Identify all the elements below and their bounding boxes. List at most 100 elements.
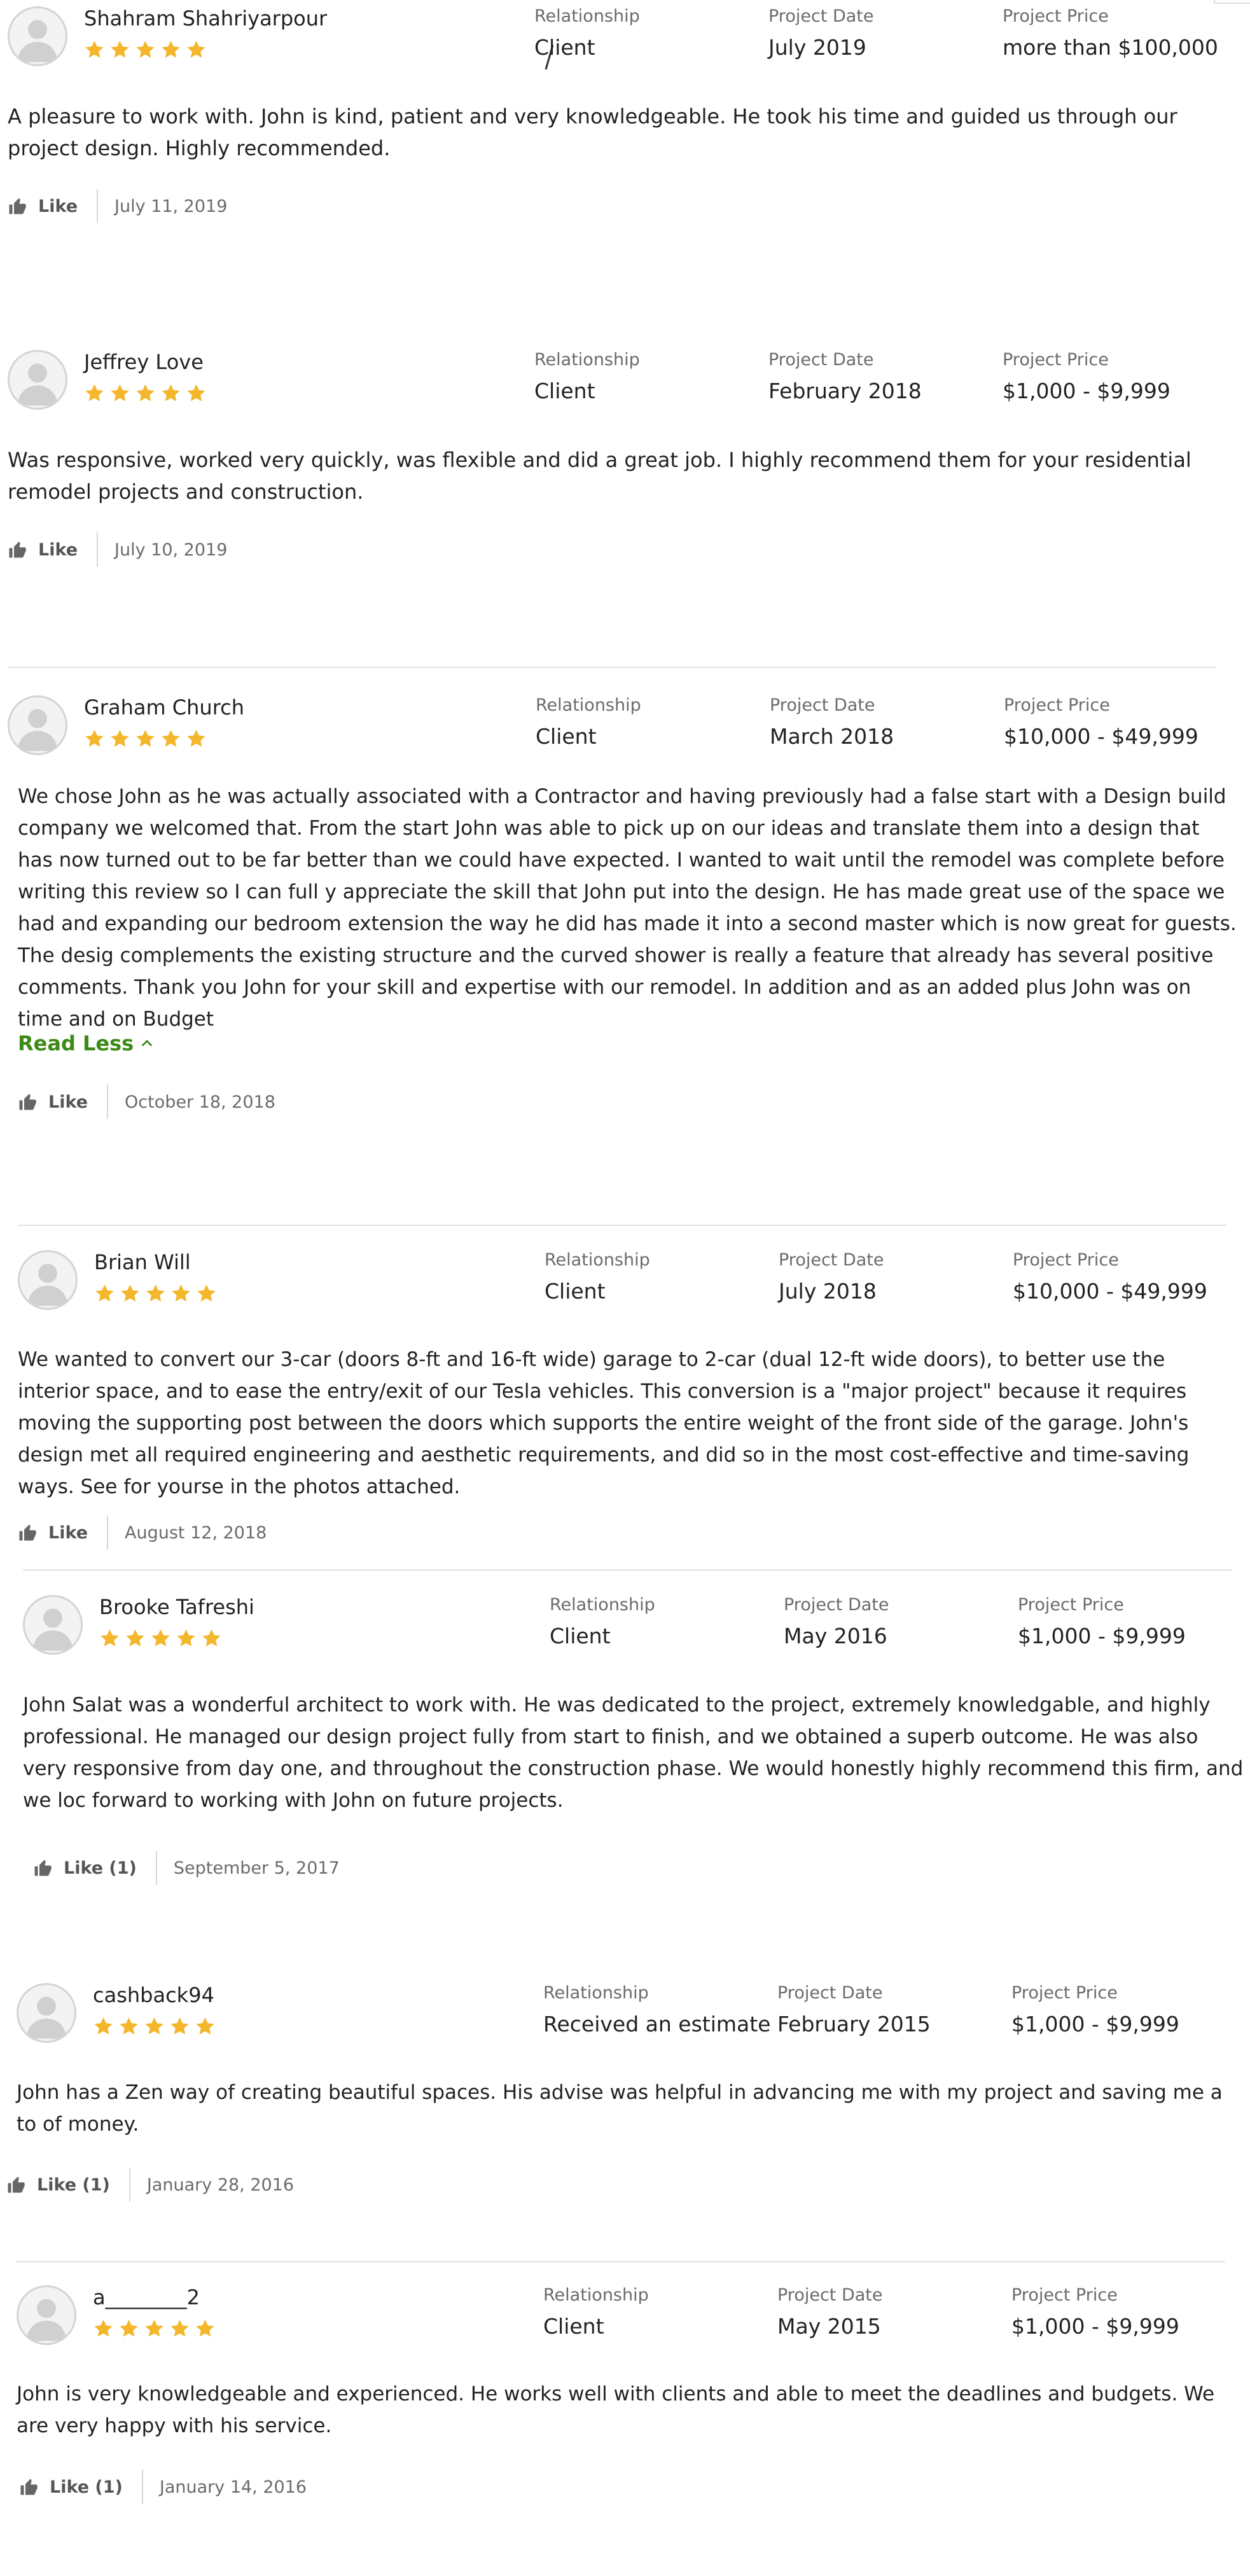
star-rating bbox=[84, 383, 207, 404]
relationship-field: Relationship Client bbox=[543, 2285, 649, 2339]
review-actions: Like August 12, 2018 bbox=[18, 1515, 267, 1550]
review-text: John has a Zen way of creating beautiful… bbox=[17, 2081, 1223, 2136]
star-icon bbox=[94, 2320, 113, 2337]
review-divider bbox=[23, 1570, 1232, 1571]
project-price-label: Project Price bbox=[1011, 1983, 1118, 2003]
project-price-label: Project Price bbox=[1003, 350, 1109, 370]
project-price-value: $1,000 - $9,999 bbox=[1003, 379, 1170, 403]
like-button[interactable]: Like (1) bbox=[6, 2175, 129, 2195]
relationship-label: Relationship bbox=[545, 1250, 650, 1270]
relationship-value: Client bbox=[543, 2314, 604, 2339]
reviewer-name[interactable]: Shahram Shahriyarpour bbox=[84, 6, 327, 31]
project-date-label: Project Date bbox=[768, 350, 874, 370]
reviewer-name[interactable]: a________2 bbox=[93, 2285, 200, 2309]
review-text: A pleasure to work with. John is kind, p… bbox=[8, 104, 1177, 160]
star-icon bbox=[187, 41, 205, 58]
review-text: John Salat was a wonderful architect to … bbox=[23, 1694, 1244, 1812]
review-date: September 5, 2017 bbox=[173, 1858, 340, 1878]
review-text: We chose John as he was actually associa… bbox=[18, 785, 1237, 1031]
avatar[interactable] bbox=[8, 695, 67, 755]
star-icon bbox=[136, 41, 155, 58]
avatar[interactable] bbox=[17, 2285, 76, 2345]
avatar[interactable] bbox=[8, 350, 67, 410]
avatar[interactable] bbox=[23, 1595, 83, 1655]
star-icon bbox=[111, 730, 129, 747]
avatar[interactable] bbox=[18, 1250, 78, 1310]
star-icon bbox=[126, 1629, 144, 1647]
relationship-label: Relationship bbox=[534, 350, 640, 370]
star-icon bbox=[162, 730, 180, 747]
star-icon bbox=[196, 2320, 214, 2337]
project-price-value: $10,000 - $49,999 bbox=[1004, 724, 1198, 749]
project-price-label: Project Price bbox=[1004, 695, 1110, 715]
reviewer-name[interactable]: Graham Church bbox=[84, 695, 244, 720]
star-icon bbox=[202, 1629, 221, 1647]
star-icon bbox=[187, 730, 205, 747]
project-date-value: May 2016 bbox=[784, 1624, 887, 1648]
relationship-field: Relationship Client bbox=[536, 695, 641, 749]
thumbs-up-icon bbox=[8, 2176, 25, 2193]
review-text: We wanted to convert our 3-car (doors 8-… bbox=[18, 1348, 1190, 1498]
like-button[interactable]: Like bbox=[18, 1523, 107, 1543]
project-date-value: February 2015 bbox=[777, 2012, 931, 2036]
reviewer-name[interactable]: Brooke Tafreshi bbox=[99, 1595, 254, 1619]
like-label: Like (1) bbox=[50, 2477, 123, 2497]
relationship-label: Relationship bbox=[543, 2285, 649, 2305]
star-icon bbox=[120, 2320, 138, 2337]
review-actions: Like (1) January 28, 2016 bbox=[6, 2168, 294, 2202]
project-date-label: Project Date bbox=[777, 2285, 883, 2305]
star-icon bbox=[94, 2017, 113, 2035]
star-icon bbox=[151, 1629, 170, 1647]
project-price-value: $1,000 - $9,999 bbox=[1018, 1624, 1186, 1648]
review-date: July 10, 2019 bbox=[115, 540, 228, 560]
read-less-link[interactable]: Read Less bbox=[18, 1031, 154, 1055]
review-actions: Like October 18, 2018 bbox=[18, 1085, 275, 1119]
project-date-field: Project Date July 2019 bbox=[768, 6, 874, 60]
review-text: Was responsive, worked very quickly, was… bbox=[8, 448, 1191, 504]
project-price-field: Project Price $1,000 - $9,999 bbox=[1018, 1595, 1186, 1648]
like-label: Like (1) bbox=[64, 1858, 137, 1878]
like-button[interactable]: Like bbox=[18, 1092, 107, 1112]
avatar[interactable] bbox=[8, 6, 67, 66]
relationship-value: Client bbox=[545, 1279, 606, 1304]
project-price-label: Project Price bbox=[1003, 6, 1109, 26]
star-icon bbox=[145, 2320, 163, 2337]
review-date: January 28, 2016 bbox=[146, 2175, 295, 2195]
thumbs-up-icon bbox=[19, 1094, 36, 1110]
star-icon bbox=[145, 2017, 163, 2035]
thumbs-up-icon bbox=[20, 2479, 38, 2495]
project-date-value: July 2018 bbox=[779, 1279, 877, 1304]
relationship-field: Relationship Received an estimate bbox=[543, 1983, 770, 2036]
star-icon bbox=[187, 384, 205, 401]
star-icon bbox=[136, 730, 155, 747]
project-date-label: Project Date bbox=[779, 1250, 884, 1270]
star-icon bbox=[146, 1285, 165, 1302]
project-date-value: March 2018 bbox=[770, 724, 894, 749]
like-button[interactable]: Like bbox=[8, 197, 97, 216]
relationship-label: Relationship bbox=[534, 6, 640, 26]
review-date: July 11, 2019 bbox=[115, 196, 228, 216]
like-button[interactable]: Like (1) bbox=[33, 1858, 156, 1878]
review-actions: Like (1) January 14, 2016 bbox=[19, 2470, 307, 2504]
review-divider bbox=[17, 2261, 1225, 2262]
avatar[interactable] bbox=[17, 1983, 76, 2043]
star-icon bbox=[85, 41, 104, 58]
project-date-value: May 2015 bbox=[777, 2314, 881, 2339]
thumbs-up-icon bbox=[34, 1860, 52, 1876]
reviewer-name[interactable]: cashback94 bbox=[93, 1983, 214, 2007]
star-icon bbox=[177, 1629, 195, 1647]
project-price-field: Project Price $10,000 - $49,999 bbox=[1013, 1250, 1207, 1304]
like-button[interactable]: Like bbox=[8, 540, 97, 560]
like-button[interactable]: Like (1) bbox=[19, 2477, 142, 2497]
project-price-value: $10,000 - $49,999 bbox=[1013, 1279, 1207, 1304]
star-icon bbox=[162, 384, 180, 401]
review-date: October 18, 2018 bbox=[125, 1092, 275, 1112]
project-date-field: Project Date March 2018 bbox=[770, 695, 894, 749]
reviewer-name[interactable]: Brian Will bbox=[94, 1250, 191, 1274]
star-icon bbox=[111, 41, 129, 58]
project-price-label: Project Price bbox=[1011, 2285, 1118, 2305]
reviewer-name[interactable]: Jeffrey Love bbox=[84, 350, 204, 374]
like-label: Like bbox=[38, 540, 78, 560]
star-rating bbox=[93, 2016, 216, 2037]
review-divider bbox=[8, 667, 1216, 668]
